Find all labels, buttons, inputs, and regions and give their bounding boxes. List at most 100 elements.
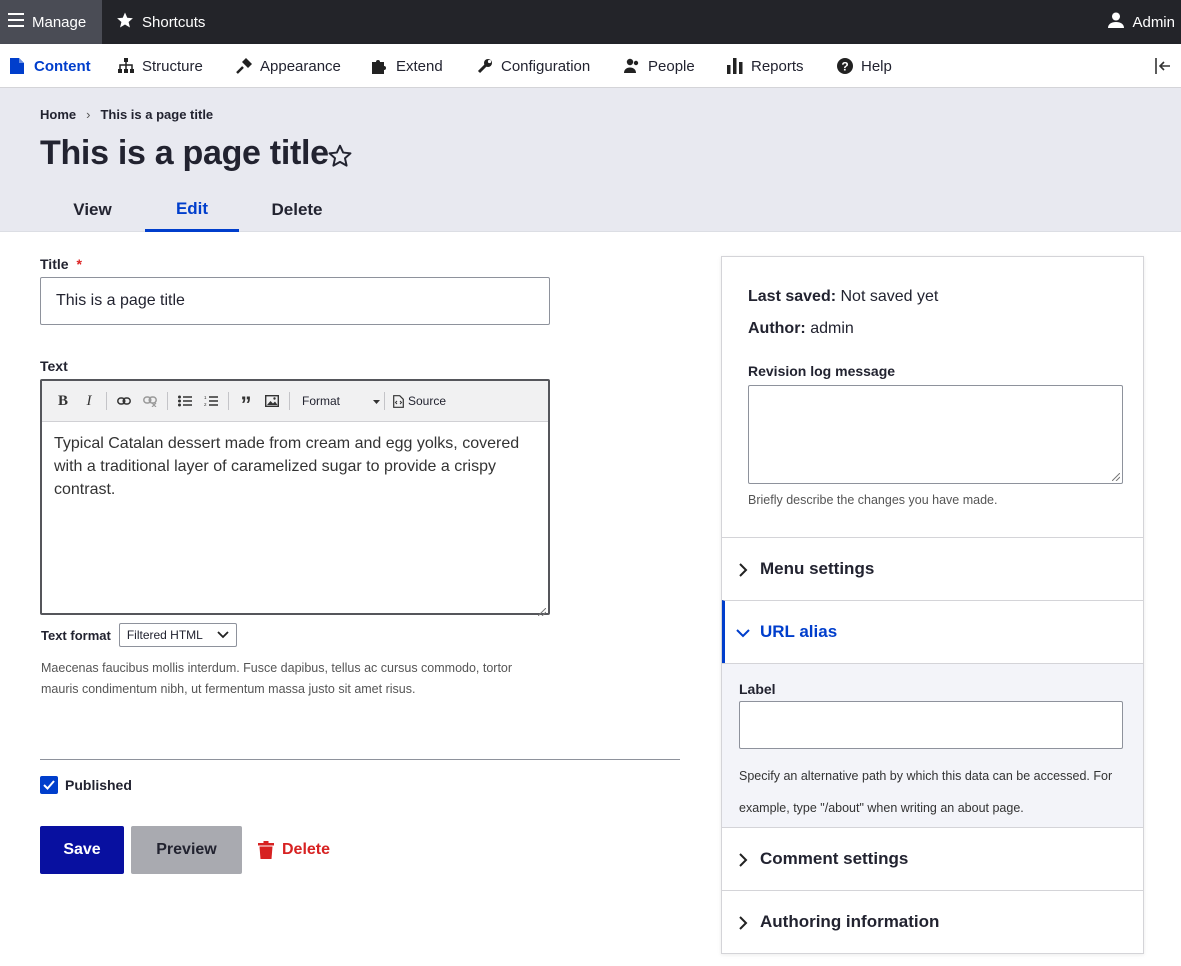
bold-icon[interactable]: B (50, 388, 76, 414)
author-value: admin (810, 320, 854, 337)
nav-reports-label: Reports (751, 57, 804, 75)
required-marker: * (76, 256, 82, 272)
numbered-list-icon[interactable]: 12 (198, 388, 224, 414)
toolbar-divider (228, 392, 229, 410)
toolbar-divider (106, 392, 107, 410)
brush-icon (236, 58, 252, 74)
url-alias-label: URL alias (760, 622, 838, 641)
text-format-row: Text format Filtered HTML (41, 623, 237, 647)
resize-handle-icon[interactable] (537, 603, 547, 617)
last-saved-label: Last saved: (748, 288, 837, 305)
resize-handle-icon[interactable] (1112, 473, 1120, 481)
nav-extend[interactable]: Extend (372, 44, 443, 88)
published-checkbox[interactable] (40, 776, 58, 794)
revision-log-textarea[interactable] (748, 385, 1123, 484)
nav-structure[interactable]: Structure (118, 44, 203, 88)
source-button[interactable]: Source (393, 394, 446, 408)
delete-button[interactable]: Delete (258, 826, 348, 874)
italic-icon[interactable]: I (76, 388, 102, 414)
star-outline-icon[interactable] (327, 143, 353, 169)
page-title: This is a page title (40, 134, 329, 172)
nav-configuration-label: Configuration (501, 57, 591, 75)
revision-log-description: Briefly describe the changes you have ma… (748, 493, 998, 507)
nav-content-label: Content (34, 57, 91, 75)
toolbar-divider (289, 392, 290, 410)
nav-structure-label: Structure (142, 57, 203, 75)
bar-chart-icon (727, 58, 743, 74)
nav-configuration[interactable]: Configuration (477, 44, 590, 88)
toolbar-divider (167, 392, 168, 410)
editor-content[interactable]: Typical Catalan dessert made from cream … (42, 422, 548, 511)
title-input[interactable]: This is a page title (40, 277, 550, 325)
last-saved: Last saved: Not saved yet (748, 288, 938, 306)
text-field-label: Text (40, 358, 68, 374)
author: Author: admin (748, 320, 854, 338)
editor-toolbar: B I 12 ” Format Source (42, 381, 548, 422)
blockquote-icon[interactable]: ” (233, 388, 259, 417)
svg-text:?: ? (841, 60, 848, 74)
title-field-label: Title * (40, 256, 82, 272)
nav-appearance[interactable]: Appearance (236, 44, 341, 88)
manage-label: Manage (32, 13, 87, 31)
chevron-down-icon (217, 628, 229, 642)
shortcuts-button[interactable]: Shortcuts (116, 0, 205, 44)
breadcrumb: Home › This is a page title (40, 107, 213, 122)
caret-down-icon (373, 394, 380, 408)
menu-settings-toggle[interactable]: Menu settings (722, 537, 1143, 600)
nav-help[interactable]: ? Help (837, 44, 892, 88)
published-checkbox-row[interactable]: Published (40, 776, 132, 794)
toolbar-divider (384, 392, 385, 410)
meta-sidebar: Last saved: Not saved yet Author: admin … (721, 256, 1144, 954)
bulleted-list-icon[interactable] (172, 388, 198, 414)
title-label-text: Title (40, 256, 69, 272)
authoring-information-label: Authoring information (760, 912, 940, 931)
nav-people-label: People (648, 57, 695, 75)
nav-help-label: Help (861, 57, 892, 75)
nav-people[interactable]: People (624, 44, 695, 88)
format-dropdown[interactable]: Format (294, 388, 380, 414)
save-button[interactable]: Save (40, 826, 124, 874)
nav-appearance-label: Appearance (260, 57, 341, 75)
text-format-select[interactable]: Filtered HTML (118, 623, 237, 647)
comment-settings-label: Comment settings (760, 849, 909, 868)
breadcrumb-home[interactable]: Home (40, 107, 76, 122)
svg-text:2: 2 (204, 402, 207, 407)
top-toolbar: Manage Shortcuts Admin (0, 0, 1181, 44)
star-icon (116, 11, 134, 33)
delete-label: Delete (282, 841, 331, 858)
collapse-sidebar-icon[interactable] (1153, 56, 1173, 76)
last-saved-value: Not saved yet (840, 288, 939, 305)
manage-button[interactable]: Manage (0, 0, 102, 44)
wrench-icon (477, 58, 493, 74)
image-icon[interactable] (259, 388, 285, 414)
text-format-description: Maecenas faucibus mollis interdum. Fusce… (41, 661, 513, 696)
revision-log-label: Revision log message (748, 363, 896, 379)
alias-description: Specify an alternative path by which thi… (739, 769, 1113, 815)
unlink-icon[interactable] (137, 388, 163, 414)
user-icon (1108, 12, 1125, 32)
puzzle-icon (372, 58, 388, 74)
preview-button[interactable]: Preview (131, 826, 242, 874)
breadcrumb-current[interactable]: This is a page title (100, 107, 213, 122)
tab-delete[interactable]: Delete (239, 188, 355, 232)
svg-text:1: 1 (204, 395, 207, 400)
authoring-information-toggle[interactable]: Authoring information (722, 890, 1143, 953)
admin-user-button[interactable]: Admin (1108, 0, 1175, 44)
breadcrumb-separator: › (86, 107, 91, 122)
format-label: Format (302, 394, 341, 408)
author-label: Author: (748, 320, 806, 337)
tab-edit[interactable]: Edit (145, 188, 239, 232)
checkmark-icon (43, 780, 55, 790)
comment-settings-toggle[interactable]: Comment settings (722, 827, 1143, 890)
form-divider (40, 759, 680, 760)
url-alias-toggle[interactable]: URL alias (722, 600, 1143, 663)
tab-view[interactable]: View (40, 188, 145, 232)
text-format-label: Text format (41, 627, 111, 643)
link-icon[interactable] (111, 388, 137, 414)
shortcuts-label: Shortcuts (142, 13, 206, 31)
admin-nav: Content Structure Appearance Extend Conf… (0, 44, 1181, 88)
alias-input[interactable] (739, 701, 1123, 749)
source-file-icon (393, 394, 404, 408)
nav-reports[interactable]: Reports (727, 44, 804, 88)
nav-content[interactable]: Content (10, 44, 91, 88)
